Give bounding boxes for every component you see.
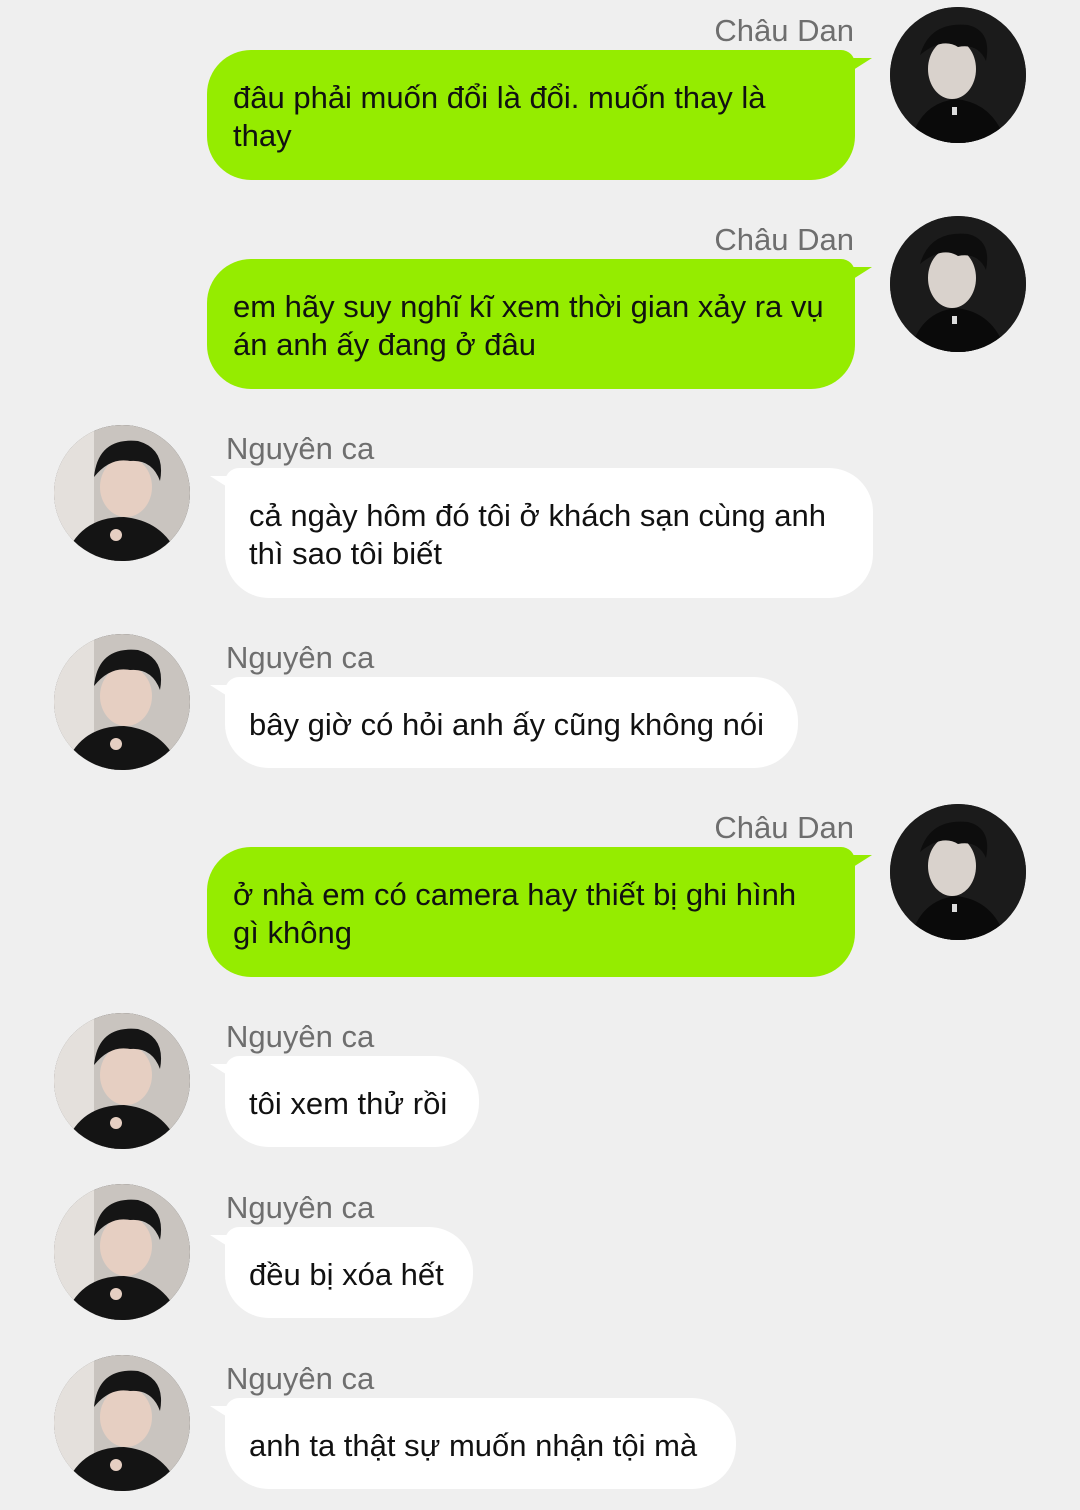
message-text: cả ngày hôm đó tôi ở khách sạn cùng anh …: [249, 498, 826, 571]
message-bubble[interactable]: bây giờ có hỏi anh ấy cũng không nói: [225, 677, 798, 768]
user-avatar-nguyen-ca[interactable]: [54, 634, 190, 770]
message-bubble[interactable]: tôi xem thử rồi: [225, 1056, 479, 1147]
message-text: bây giờ có hỏi anh ấy cũng không nói: [249, 707, 764, 742]
message-bubble[interactable]: cả ngày hôm đó tôi ở khách sạn cùng anh …: [225, 468, 873, 598]
sender-name: Nguyên ca: [226, 431, 375, 466]
sender-name: Nguyên ca: [226, 1190, 375, 1225]
sender-name: Nguyên ca: [226, 640, 375, 675]
message-bubble[interactable]: đâu phải muốn đổi là đổi. muốn thay là t…: [207, 50, 855, 180]
chat-message-incoming: Nguyên ca tôi xem thử rồi: [0, 1006, 1080, 1166]
sender-name: Châu Dan: [714, 222, 854, 257]
user-avatar-nguyen-ca[interactable]: [54, 1355, 190, 1491]
message-text: ở nhà em có camera hay thiết bị ghi hình…: [233, 877, 797, 950]
message-text: tôi xem thử rồi: [249, 1086, 448, 1121]
chat-message-incoming: Nguyên ca anh ta thật sự muốn nhận tội m…: [0, 1348, 1080, 1508]
message-bubble[interactable]: ở nhà em có camera hay thiết bị ghi hình…: [207, 847, 855, 977]
chat-message-incoming: Nguyên ca cả ngày hôm đó tôi ở khách sạn…: [0, 418, 1080, 618]
user-avatar-nguyen-ca[interactable]: [54, 1013, 190, 1149]
sender-name: Nguyên ca: [226, 1019, 375, 1054]
message-bubble[interactable]: anh ta thật sự muốn nhận tội mà: [225, 1398, 736, 1489]
chat-message-outgoing: Châu Dan em hãy suy nghĩ kĩ xem thời gia…: [0, 209, 1080, 409]
user-avatar-nguyen-ca[interactable]: [54, 1184, 190, 1320]
chat-message-incoming: Nguyên ca đều bị xóa hết: [0, 1177, 1080, 1337]
message-bubble[interactable]: em hãy suy nghĩ kĩ xem thời gian xảy ra …: [207, 259, 855, 389]
chat-message-incoming: Nguyên ca bây giờ có hỏi anh ấy cũng khô…: [0, 627, 1080, 787]
sender-name: Châu Dan: [714, 13, 854, 48]
user-avatar-chau-dan[interactable]: [890, 804, 1026, 940]
sender-name: Châu Dan: [714, 810, 854, 845]
user-avatar-nguyen-ca[interactable]: [54, 425, 190, 561]
user-avatar-chau-dan[interactable]: [890, 7, 1026, 143]
message-text: đâu phải muốn đổi là đổi. muốn thay là t…: [233, 80, 766, 153]
message-bubble[interactable]: đều bị xóa hết: [225, 1227, 473, 1318]
user-avatar-chau-dan[interactable]: [890, 216, 1026, 352]
message-text: anh ta thật sự muốn nhận tội mà: [249, 1428, 698, 1463]
bubble-tail: [850, 855, 872, 869]
bubble-tail: [850, 267, 872, 281]
message-text: em hãy suy nghĩ kĩ xem thời gian xảy ra …: [233, 289, 824, 362]
message-text: đều bị xóa hết: [249, 1257, 444, 1292]
chat-message-outgoing: Châu Dan ở nhà em có camera hay thiết bị…: [0, 797, 1080, 997]
chat-message-outgoing: Châu Dan đâu phải muốn đổi là đổi. muốn …: [0, 0, 1080, 200]
bubble-tail: [850, 58, 872, 72]
sender-name: Nguyên ca: [226, 1361, 375, 1396]
